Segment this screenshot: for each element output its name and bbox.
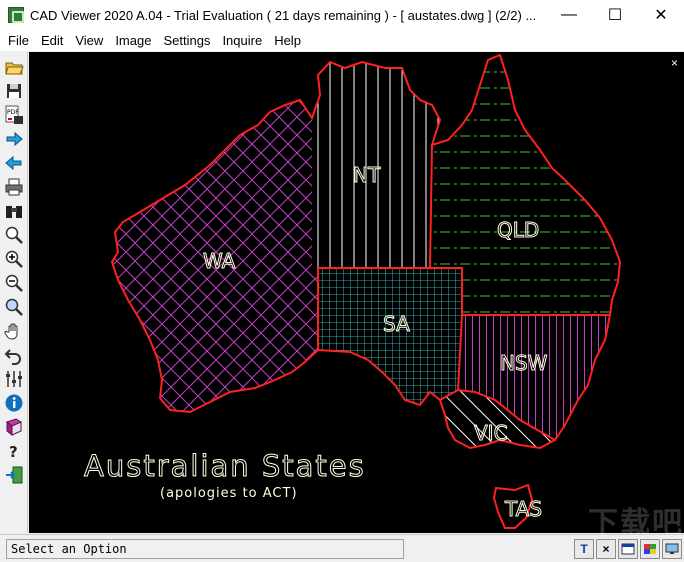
map-title: Australian States xyxy=(84,449,366,483)
label-sa: SA xyxy=(383,312,410,336)
australia-map: WA NT QLD SA NSW VIC TAS Australian Stat… xyxy=(84,53,622,529)
zoom-out-icon[interactable] xyxy=(3,272,25,294)
label-nsw: NSW xyxy=(500,351,548,375)
label-tas: TAS xyxy=(504,497,542,521)
menu-file[interactable]: File xyxy=(2,30,35,51)
label-qld: QLD xyxy=(497,218,539,242)
menu-help[interactable]: Help xyxy=(268,30,307,51)
drawing-canvas[interactable]: WA NT QLD SA NSW VIC TAS Australian Stat… xyxy=(29,52,684,533)
info-icon[interactable] xyxy=(3,392,25,414)
pan-hand-icon[interactable] xyxy=(3,320,25,342)
status-buttons: T × xyxy=(574,539,682,559)
text-toggle-button[interactable]: T xyxy=(574,539,594,559)
status-bar: Select an Option T × xyxy=(0,534,684,562)
title-bar: CAD Viewer 2020 A.04 - Trial Evaluation … xyxy=(0,0,684,30)
status-message: Select an Option xyxy=(6,539,404,559)
menu-inquire[interactable]: Inquire xyxy=(216,30,268,51)
color-palette-icon[interactable] xyxy=(640,539,660,559)
map-title-group: Australian States (apologies to ACT) xyxy=(84,449,366,502)
app-icon xyxy=(8,7,24,23)
svg-text:?: ? xyxy=(9,443,18,461)
watermark: 下载吧 xyxy=(588,507,684,540)
zoom-in-icon[interactable] xyxy=(3,248,25,270)
binoculars-icon[interactable] xyxy=(3,200,25,222)
region-sa xyxy=(318,268,462,405)
label-nt: NT xyxy=(353,163,381,187)
exit-icon[interactable] xyxy=(3,464,25,486)
window-view-icon[interactable] xyxy=(618,539,638,559)
help-icon[interactable]: ? xyxy=(3,440,25,462)
menu-edit[interactable]: Edit xyxy=(35,30,69,51)
print-icon[interactable] xyxy=(3,176,25,198)
svg-text:PDF: PDF xyxy=(7,109,19,116)
screen-icon[interactable] xyxy=(662,539,682,559)
save-icon[interactable] xyxy=(3,80,25,102)
close-button[interactable]: ✕ xyxy=(638,0,684,30)
undo-icon[interactable] xyxy=(3,344,25,366)
menu-view[interactable]: View xyxy=(69,30,109,51)
left-toolbar: PDF ? xyxy=(0,52,28,532)
label-vic: VIC xyxy=(474,421,508,445)
zoom-window-icon[interactable] xyxy=(3,296,25,318)
close-view-button[interactable]: × xyxy=(596,539,616,559)
menu-settings[interactable]: Settings xyxy=(157,30,216,51)
menu-bar: File Edit View Image Settings Inquire He… xyxy=(0,30,684,51)
export-pdf-icon[interactable]: PDF xyxy=(3,104,25,126)
minimize-button[interactable]: — xyxy=(546,0,592,30)
book-icon[interactable] xyxy=(3,416,25,438)
canvas-close-icon[interactable]: × xyxy=(671,56,678,70)
layers-icon[interactable] xyxy=(3,368,25,390)
menu-image[interactable]: Image xyxy=(109,30,157,51)
zoom-icon[interactable] xyxy=(3,224,25,246)
maximize-button[interactable]: ☐ xyxy=(592,0,638,30)
map-subtitle: (apologies to ACT) xyxy=(160,486,298,501)
label-wa: WA xyxy=(203,249,236,273)
open-folder-icon[interactable] xyxy=(3,56,25,78)
next-arrow-icon[interactable] xyxy=(3,128,25,150)
window-title: CAD Viewer 2020 A.04 - Trial Evaluation … xyxy=(30,7,537,23)
previous-arrow-icon[interactable] xyxy=(3,152,25,174)
